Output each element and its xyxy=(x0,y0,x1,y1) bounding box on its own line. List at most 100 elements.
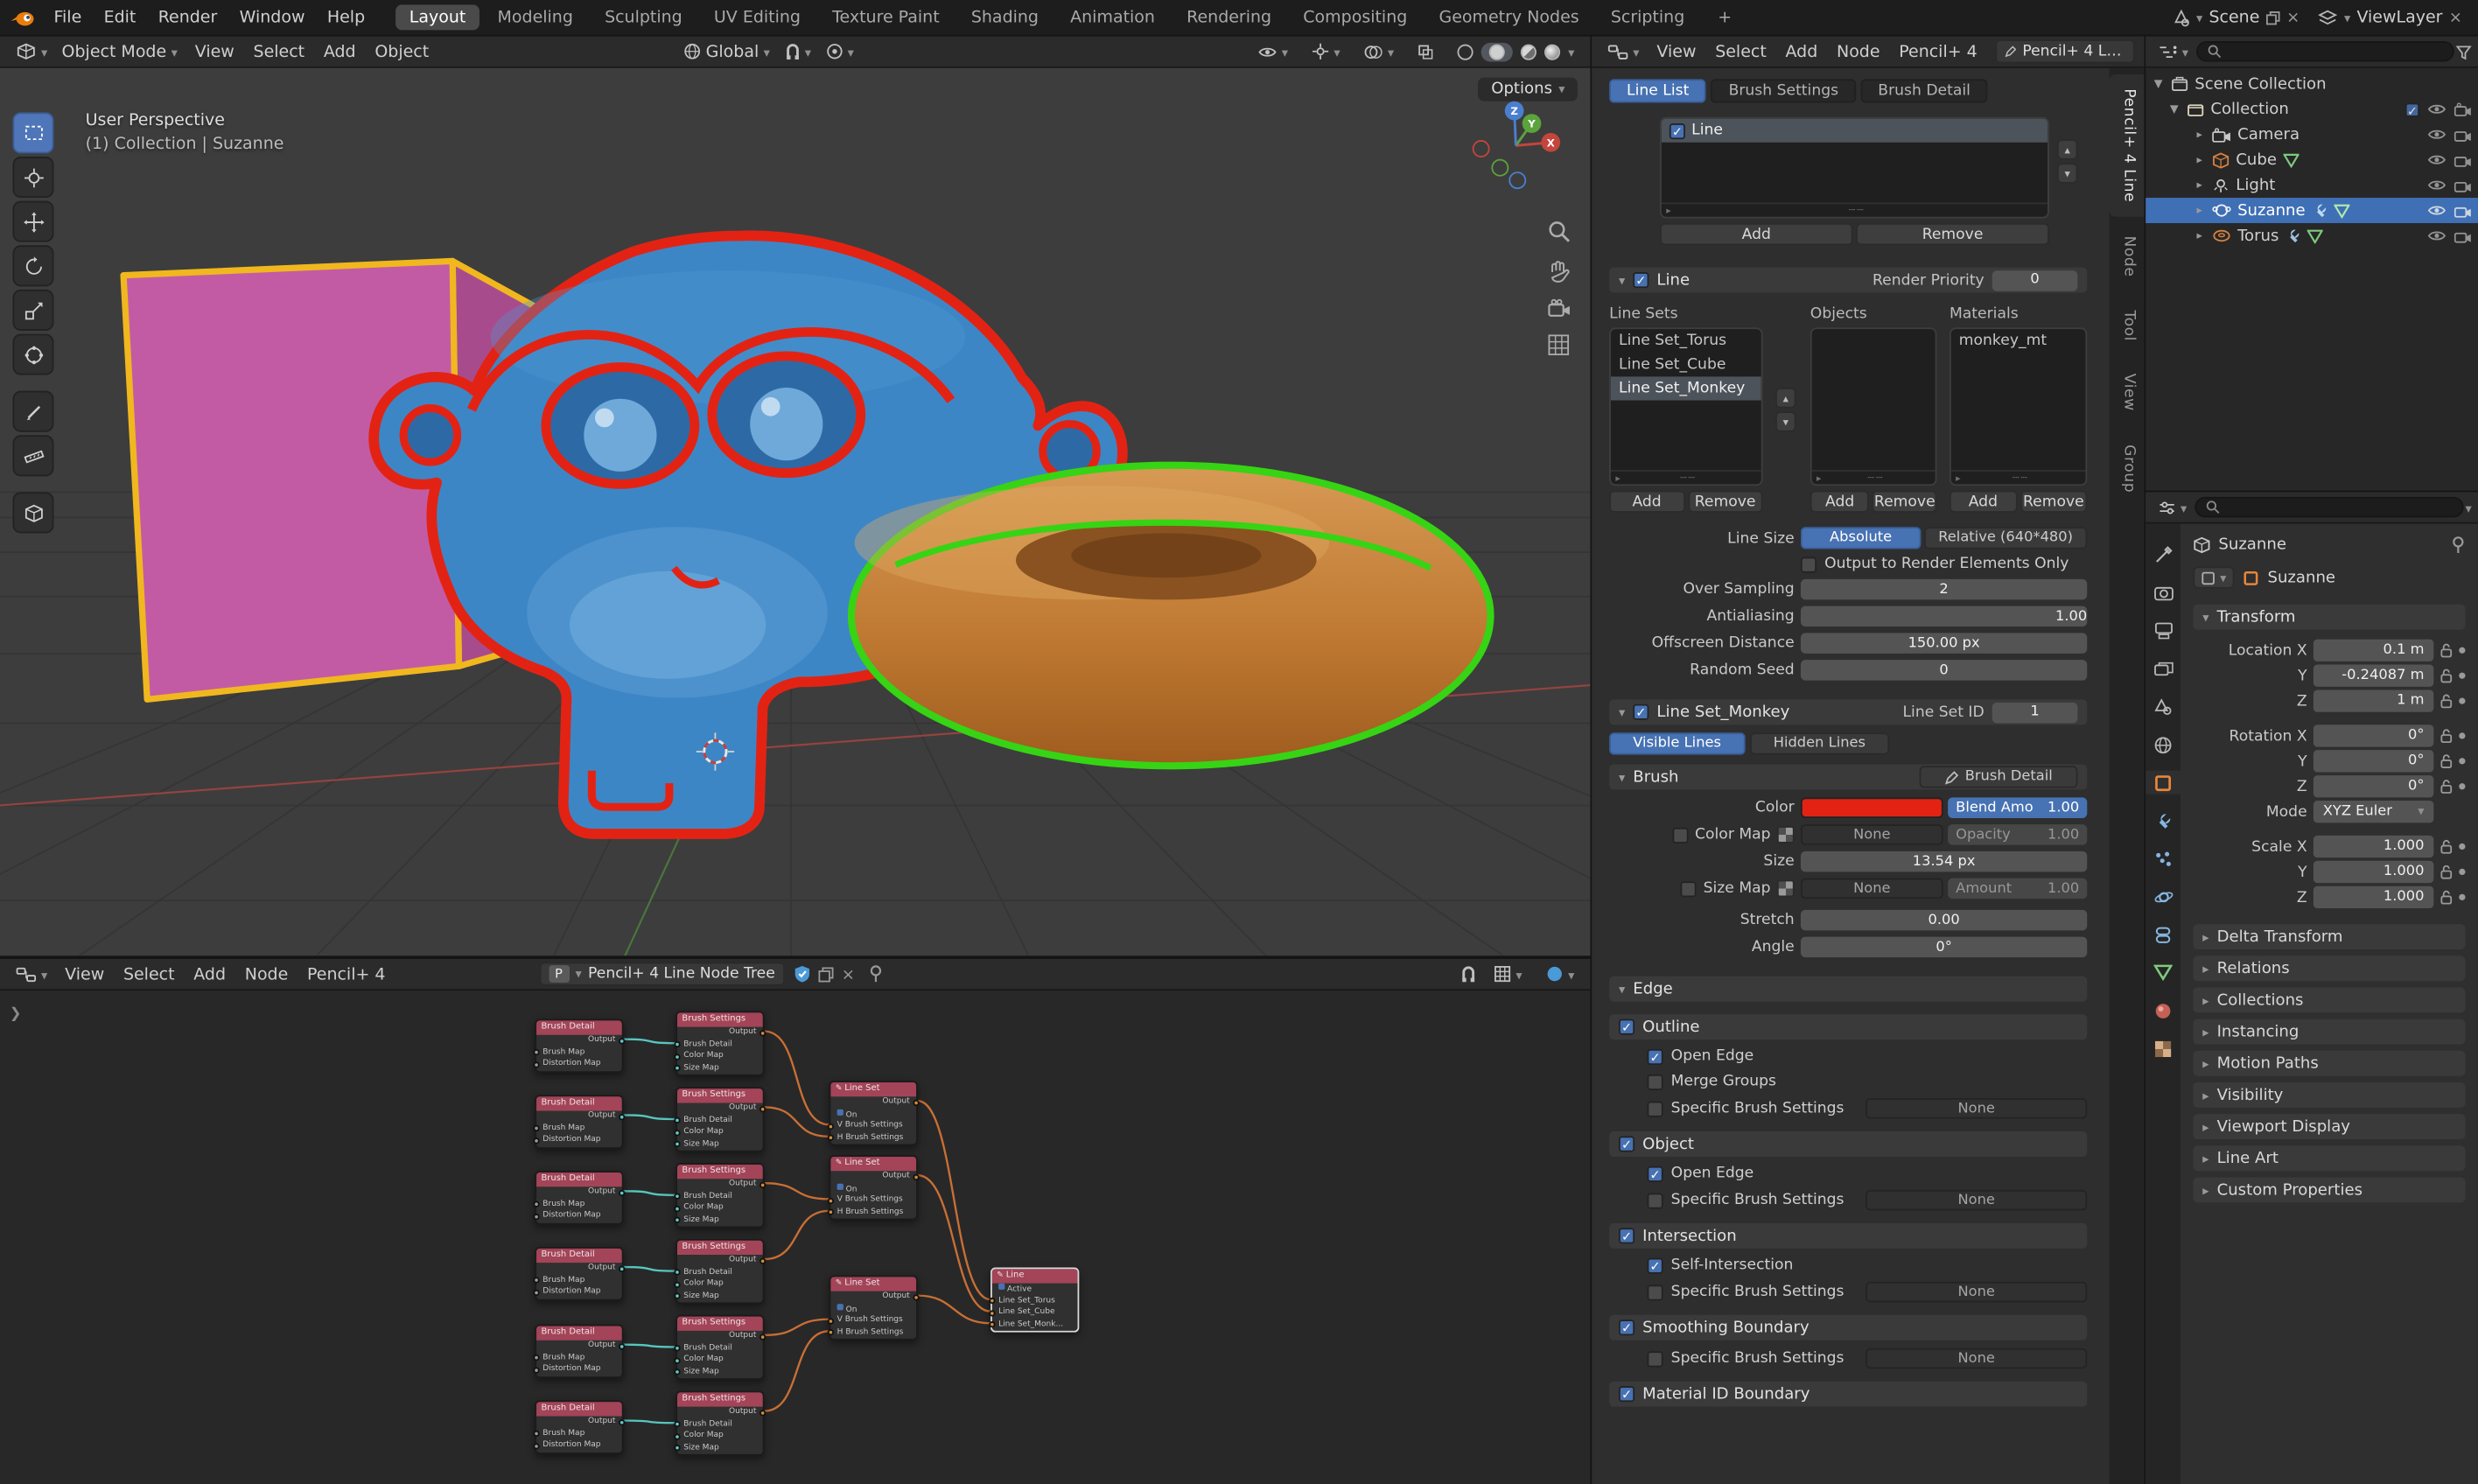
viewport-menu[interactable]: Select xyxy=(244,40,314,62)
lock-icon[interactable] xyxy=(2440,838,2453,854)
color-map-checkbox[interactable] xyxy=(1673,827,1689,843)
eye-icon[interactable] xyxy=(2427,178,2446,191)
outliner-row-light[interactable]: ▸ Light xyxy=(2146,172,2478,198)
lock-icon[interactable] xyxy=(2440,642,2453,658)
node-brush-detail[interactable]: Brush DetailOutputBrush MapDistortion Ma… xyxy=(535,1019,623,1073)
line-size-relative[interactable]: Relative (640*480) xyxy=(1924,527,2087,549)
mode-selector[interactable]: Object Mode xyxy=(55,42,184,61)
snap-magnet-icon[interactable] xyxy=(1460,965,1476,983)
workspace-tab[interactable]: Texture Paint xyxy=(818,4,954,30)
node-brush-detail[interactable]: Brush DetailOutputBrush MapDistortion Ma… xyxy=(535,1171,623,1224)
workspace-tab[interactable]: Modeling xyxy=(483,4,587,30)
transform-panel-header[interactable]: Transform xyxy=(2193,605,2465,630)
node-socket[interactable] xyxy=(827,1198,833,1204)
select-box-tool[interactable] xyxy=(12,112,53,153)
pencil-menu[interactable]: Node xyxy=(1827,40,1889,62)
node-line-set[interactable]: Line SetOutputOnV Brush SettingsH Brush … xyxy=(830,1276,918,1340)
line-set-item[interactable]: Line Set_Cube xyxy=(1611,353,1761,376)
object-add-button[interactable]: Add xyxy=(1810,491,1870,513)
node-editor-menu[interactable]: Select xyxy=(114,962,184,984)
node-socket[interactable] xyxy=(674,1433,680,1439)
over-sampling-field[interactable]: 2 xyxy=(1801,579,2087,600)
pencil-tab[interactable]: Line List xyxy=(1609,79,1706,102)
material-id-group-header[interactable]: Material ID Boundary xyxy=(1609,1382,2087,1407)
outline-open-edge-checkbox[interactable] xyxy=(1648,1048,1663,1064)
collection-exclude-checkbox[interactable] xyxy=(2405,102,2419,116)
topbar-menu[interactable]: Render xyxy=(147,6,228,28)
material-add-button[interactable]: Add xyxy=(1950,491,2017,513)
transform-orientation[interactable]: Global xyxy=(677,42,776,61)
node-socket[interactable] xyxy=(674,1054,680,1060)
render-camera-icon[interactable] xyxy=(2454,153,2472,167)
gizmo-y-neg[interactable] xyxy=(1492,160,1508,176)
collapsed-section[interactable]: Delta Transform xyxy=(2193,924,2465,949)
tab-particles[interactable] xyxy=(2146,846,2180,870)
viewport-3d[interactable]: User Perspective (1) Collection | Suzann… xyxy=(0,68,1590,956)
viewport-menu[interactable]: Add xyxy=(314,40,365,62)
node-socket[interactable] xyxy=(674,1357,680,1363)
outliner-row-suzanne[interactable]: ▸ Suzanne xyxy=(2146,198,2478,223)
node-checkbox[interactable] xyxy=(837,1303,844,1309)
color-map-texture-icon[interactable] xyxy=(1777,826,1795,844)
topbar-menu[interactable]: Edit xyxy=(93,6,147,28)
node-brush-settings[interactable]: Brush SettingsOutputBrush DetailColor Ma… xyxy=(676,1087,764,1152)
lock-icon[interactable] xyxy=(2440,668,2453,683)
object-group-header[interactable]: Object xyxy=(1609,1131,2087,1157)
node-brush-settings[interactable]: Brush SettingsOutputBrush DetailColor Ma… xyxy=(676,1315,764,1380)
line-set-id-field[interactable]: 1 xyxy=(1992,702,2078,723)
node-socket[interactable] xyxy=(619,1114,625,1120)
collapsed-section[interactable]: Custom Properties xyxy=(2193,1177,2465,1202)
brush-detail-button[interactable]: Brush Detail xyxy=(1920,766,2078,788)
node-socket[interactable] xyxy=(760,1182,766,1188)
outline-checkbox[interactable] xyxy=(1619,1019,1634,1035)
size-map-none-dropdown[interactable]: None xyxy=(1801,878,1943,900)
node-editor-menu[interactable]: Pencil+ 4 xyxy=(298,962,395,984)
copy-icon[interactable] xyxy=(2266,10,2280,24)
annotate-tool[interactable] xyxy=(12,391,53,432)
line-set-move-up-button[interactable] xyxy=(1775,388,1796,409)
tab-world[interactable] xyxy=(2146,732,2180,756)
angle-field[interactable]: 0° xyxy=(1801,937,2087,958)
tab-texture[interactable] xyxy=(2146,1037,2180,1060)
render-camera-icon[interactable] xyxy=(2454,203,2472,217)
node-editor-menu[interactable]: View xyxy=(55,962,114,984)
node-socket[interactable] xyxy=(760,1106,766,1112)
line-set-item-selected[interactable]: Line Set_Monkey xyxy=(1611,376,1761,400)
merge-groups-checkbox[interactable] xyxy=(1648,1074,1663,1089)
blend-amount-slider[interactable]: Blend Amo 1.00 xyxy=(1948,797,2087,818)
node-socket[interactable] xyxy=(619,1343,625,1349)
node-line[interactable]: LineActiveLine Set_TorusLine Set_CubeLin… xyxy=(990,1268,1079,1333)
node-socket[interactable] xyxy=(760,1410,766,1416)
node-socket[interactable] xyxy=(619,1265,625,1271)
scale-tool[interactable] xyxy=(12,290,53,331)
node-socket[interactable] xyxy=(674,1281,680,1287)
outliner-type-button[interactable] xyxy=(2152,42,2194,61)
node-brush-settings[interactable]: Brush SettingsOutputBrush DetailColor Ma… xyxy=(676,1239,764,1304)
outliner-row-cube[interactable]: ▸ Cube xyxy=(2146,147,2478,172)
tab-constraints[interactable] xyxy=(2146,922,2180,946)
color-map-opacity-slider[interactable]: Opacity 1.00 xyxy=(1948,824,2087,845)
collapsed-section[interactable]: Relations xyxy=(2193,956,2465,981)
size-map-texture-icon[interactable] xyxy=(1777,879,1795,897)
node-brush-detail[interactable]: Brush DetailOutputBrush MapDistortion Ma… xyxy=(535,1325,623,1378)
node-socket[interactable] xyxy=(533,1367,539,1373)
node-checkbox[interactable] xyxy=(998,1284,1004,1290)
filter-icon[interactable] xyxy=(2456,44,2472,60)
line-enabled-checkbox[interactable] xyxy=(1670,122,1685,138)
size-map-amount-slider[interactable]: Amount 1.00 xyxy=(1948,878,2087,900)
rotate-tool[interactable] xyxy=(12,245,53,286)
sidebar-tab[interactable]: Pencil+ 4 Line xyxy=(2110,74,2145,216)
node-socket[interactable] xyxy=(760,1030,766,1036)
location-x-field[interactable]: 0.1 m xyxy=(2314,640,2433,662)
line-panel-header[interactable]: Line Render Priority 0 xyxy=(1609,268,2087,293)
smoothing-group-header[interactable]: Smoothing Boundary xyxy=(1609,1315,2087,1340)
outliner-search-input[interactable] xyxy=(2196,41,2454,62)
tab-tool[interactable] xyxy=(2146,542,2180,566)
node-brush-detail[interactable]: Brush DetailOutputBrush MapDistortion Ma… xyxy=(535,1095,623,1148)
animate-decorator[interactable] xyxy=(2459,844,2465,850)
gizmos-toggle[interactable] xyxy=(1306,42,1347,61)
object-checkbox[interactable] xyxy=(1619,1136,1634,1152)
browse-object-button[interactable] xyxy=(2193,566,2234,588)
lock-icon[interactable] xyxy=(2440,779,2453,794)
lock-icon[interactable] xyxy=(2440,864,2453,879)
